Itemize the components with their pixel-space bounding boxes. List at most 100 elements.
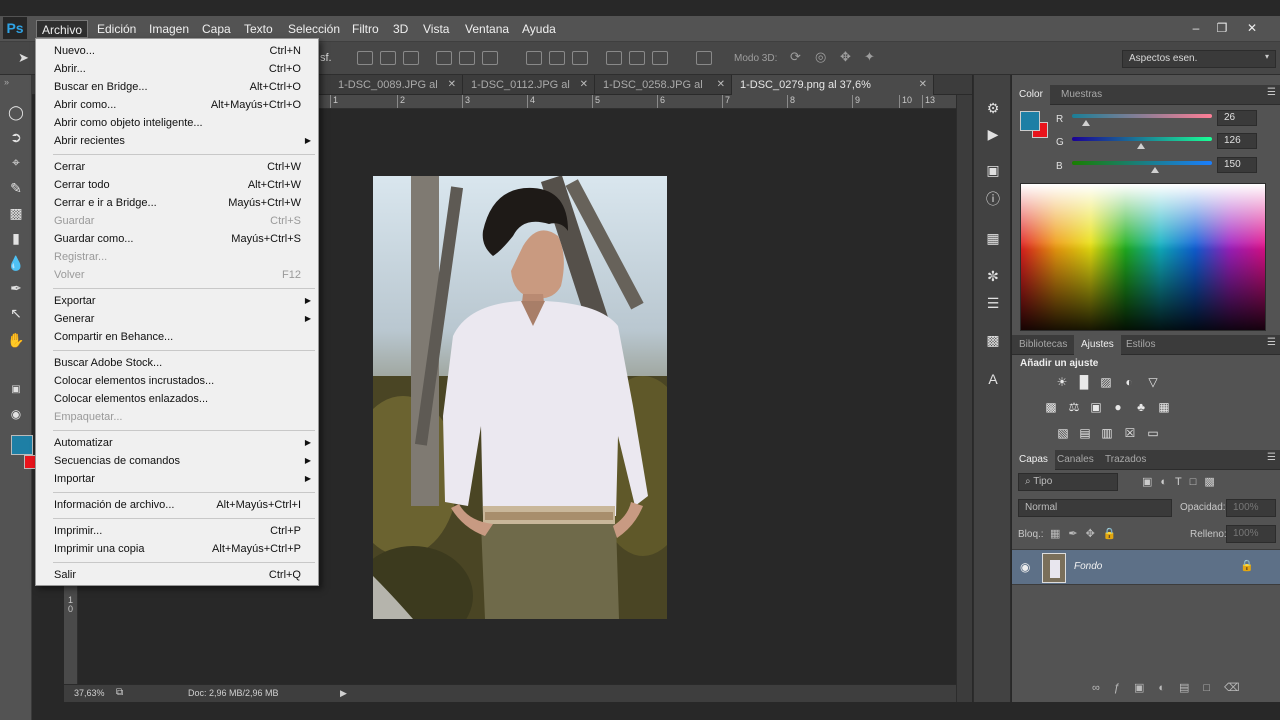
brush-tool-icon[interactable]: ✎ (7, 179, 25, 197)
doc-tab[interactable]: 1-DSC_0112.JPG al ...✕ (463, 75, 595, 111)
brush-presets-icon[interactable]: ✼ (984, 267, 1002, 285)
layer-filter-select[interactable]: ⌕ Tipo (1018, 473, 1118, 491)
menu-item[interactable]: Compartir en Behance... (37, 328, 317, 346)
menu-item[interactable]: Guardar como... Mayús+Ctrl+S (37, 230, 317, 248)
close-icon[interactable]: ✕ (717, 75, 725, 95)
brightness-icon[interactable]: ☀ (1054, 375, 1070, 389)
channel-g-track[interactable] (1072, 137, 1212, 141)
channel-g-value[interactable]: 126 (1217, 133, 1257, 149)
menu-item[interactable]: Imprimir una copia Alt+Mayús+Ctrl+P (37, 540, 317, 558)
menu-item[interactable]: Buscar en Bridge... Alt+Ctrl+O (37, 78, 317, 96)
tab-styles[interactable]: Estilos (1119, 335, 1162, 355)
tab-paths[interactable]: Trazados (1098, 450, 1153, 470)
type-panel-icon[interactable]: A (984, 370, 1002, 388)
menu-item[interactable]: Información de archivo... Alt+Mayús+Ctrl+… (37, 496, 317, 514)
menu-item[interactable]: Exportar ▶ (37, 292, 317, 310)
document-photo[interactable] (373, 176, 667, 619)
move-tool-icon[interactable]: ➤ (18, 50, 29, 66)
close-icon[interactable]: ✕ (448, 75, 456, 95)
distribute-top-icon[interactable] (526, 51, 542, 65)
menu-item[interactable]: Cerrar e ir a Bridge... Mayús+Ctrl+W (37, 194, 317, 212)
channel-r-value[interactable]: 26 (1217, 110, 1257, 126)
share-icon[interactable]: ⧉ (116, 687, 123, 698)
doc-tab-active[interactable]: 1-DSC_0279.png al 37,6% (RGB/8*)✕ (732, 75, 934, 111)
character-icon[interactable]: ▦ (984, 229, 1002, 247)
drag-3d-icon[interactable]: ✥ (840, 49, 851, 65)
close-icon[interactable]: ✕ (919, 75, 927, 95)
marquee-tool-icon[interactable]: ◯ (7, 103, 25, 121)
black-white-icon[interactable]: ▣ (1088, 400, 1104, 414)
menu-item[interactable]: Generar ▶ (37, 310, 317, 328)
close-icon[interactable]: ✕ (1242, 19, 1262, 37)
menu-item[interactable]: Abrir como... Alt+Mayús+Ctrl+O (37, 96, 317, 114)
menu-texto[interactable]: Texto (239, 20, 278, 38)
layer-row[interactable]: ◉ Fondo 🔒 (1012, 549, 1280, 585)
lasso-tool-icon[interactable]: ➲ (7, 128, 25, 146)
panel-menu-icon[interactable]: ☰ (1267, 452, 1276, 463)
align-bottom-icon[interactable] (403, 51, 419, 65)
color-spectrum[interactable] (1020, 183, 1266, 331)
tab-adjustments[interactable]: Ajustes (1074, 335, 1121, 355)
vibrance-icon[interactable]: ▽ (1145, 375, 1161, 389)
eye-icon[interactable]: ◉ (1020, 560, 1030, 574)
menu-item[interactable]: Automatizar ▶ (37, 434, 317, 452)
align-hcenter-icon[interactable] (459, 51, 475, 65)
minimize-icon[interactable]: – (1186, 19, 1206, 37)
distribute-vcenter-icon[interactable] (549, 51, 565, 65)
layer-filter-icons[interactable]: ▣◐T□▩ (1142, 475, 1223, 488)
channel-r-track[interactable] (1072, 114, 1212, 118)
menu-seleccion[interactable]: Selección (283, 20, 345, 38)
zoom-level[interactable]: 37,63% (74, 688, 105, 698)
blur-tool-icon[interactable]: 💧 (7, 254, 25, 272)
menu-capa[interactable]: Capa (197, 20, 236, 38)
doc-tab[interactable]: 1-DSC_0258.JPG al ...✕ (595, 75, 732, 111)
layer-footer-icons[interactable]: ∞ƒ▣◐▤□⌫ (1092, 681, 1254, 694)
menu-item[interactable]: Colocar elementos enlazados... (37, 390, 317, 408)
hand-tool-icon[interactable]: ✋ (7, 331, 25, 349)
menu-item[interactable]: Importar ▶ (37, 470, 317, 488)
menu-ayuda[interactable]: Ayuda (517, 20, 561, 38)
color-panel-fg-swatch[interactable] (1020, 111, 1040, 131)
tab-swatches[interactable]: Muestras (1054, 85, 1109, 105)
workspace-select[interactable]: Aspectos esen. (1122, 50, 1276, 68)
align-vcenter-icon[interactable] (380, 51, 396, 65)
default-colors-icon[interactable]: ▣ (7, 381, 25, 399)
menu-imagen[interactable]: Imagen (144, 20, 194, 38)
history-icon[interactable]: ⚙ (984, 99, 1002, 117)
distribute-right-icon[interactable] (652, 51, 668, 65)
doc-size[interactable]: Doc: 2,96 MB/2,96 MB (188, 688, 279, 698)
distribute-hcenter-icon[interactable] (629, 51, 645, 65)
orbit-3d-icon[interactable]: ⟳ (790, 49, 801, 65)
menu-archivo[interactable]: Archivo (36, 20, 89, 38)
restore-icon[interactable]: ❐ (1212, 19, 1232, 37)
channel-b-value[interactable]: 150 (1217, 157, 1257, 173)
crop-tool-icon[interactable]: ⌖ (7, 153, 25, 171)
menu-item[interactable]: Salir Ctrl+Q (37, 566, 317, 584)
menu-item[interactable]: Colocar elementos incrustados... (37, 372, 317, 390)
tab-color[interactable]: Color (1012, 85, 1050, 105)
menu-item[interactable]: Abrir recientes ▶ (37, 132, 317, 150)
auto-align-icon[interactable] (696, 51, 712, 65)
align-right-icon[interactable] (482, 51, 498, 65)
properties-icon[interactable]: ▣ (984, 161, 1002, 179)
menu-3d[interactable]: 3D (388, 20, 413, 38)
channel-b-thumb[interactable] (1150, 167, 1159, 173)
exposure-icon[interactable]: ◐ (1121, 375, 1137, 389)
vertical-scrollbar[interactable] (956, 95, 972, 702)
status-arrow-icon[interactable]: ▶ (340, 688, 347, 699)
threshold-icon[interactable]: ▥ (1099, 426, 1115, 440)
layer-name[interactable]: Fondo (1074, 561, 1102, 572)
fill-input[interactable]: 100% (1226, 525, 1276, 543)
menu-item[interactable]: Abrir como objeto inteligente... (37, 114, 317, 132)
doc-tab[interactable]: 1-DSC_0089.JPG al ...✕ (330, 75, 463, 111)
quick-mask-icon[interactable]: ◉ (7, 405, 25, 423)
eraser-tool-icon[interactable]: ▮ (7, 229, 25, 247)
curves-icon[interactable]: ▨ (1098, 375, 1114, 389)
color-lookup-icon[interactable]: ▦ (1156, 400, 1172, 414)
blend-mode-select[interactable]: Normal (1018, 499, 1172, 517)
channel-r-thumb[interactable] (1082, 120, 1090, 126)
distribute-left-icon[interactable] (606, 51, 622, 65)
menu-item[interactable]: Nuevo... Ctrl+N (37, 42, 317, 60)
tab-libraries[interactable]: Bibliotecas (1012, 335, 1074, 355)
align-left-icon[interactable] (436, 51, 452, 65)
